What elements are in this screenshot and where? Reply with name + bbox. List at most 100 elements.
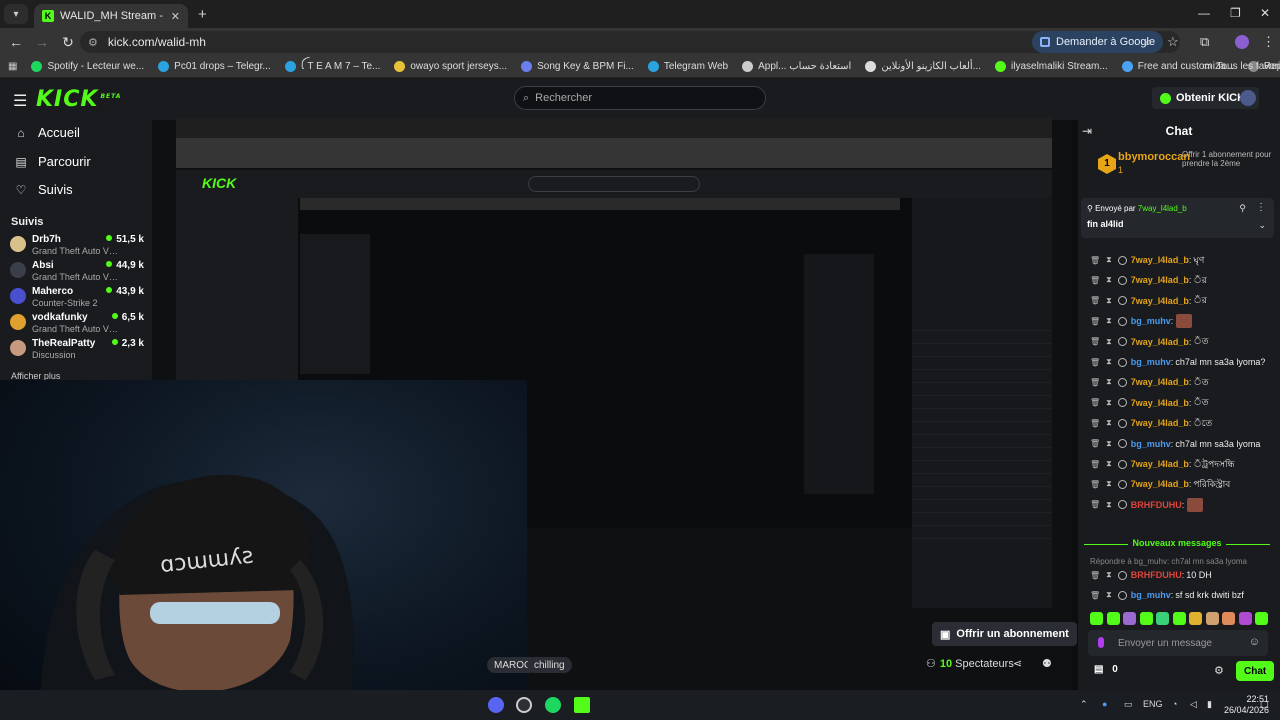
language-indicator[interactable]: ENG: [1143, 699, 1163, 709]
timeout-icon[interactable]: ⧗: [1106, 479, 1112, 489]
wifi-icon[interactable]: ◔: [1172, 699, 1177, 709]
chat-message[interactable]: 🗑 ⧗ bg_muhv: ch7al mn sa3a lyoma?: [1090, 354, 1265, 370]
microphone-icon[interactable]: [1098, 637, 1104, 648]
timeout-icon[interactable]: ⧗: [1106, 418, 1112, 428]
apps-grid-icon[interactable]: ▦: [8, 61, 17, 72]
volume-icon[interactable]: ◁: [1190, 699, 1197, 710]
send-chat-button[interactable]: Chat: [1236, 661, 1275, 681]
followed-channel-maherco[interactable]: Maherco Counter-Strike 2 43,9 k: [10, 286, 148, 312]
tab-search-dropdown-icon[interactable]: ▾: [4, 4, 28, 24]
extensions-icon[interactable]: ⧉: [1200, 34, 1209, 50]
chat-username[interactable]: bg_muhv: [1131, 439, 1171, 449]
chat-username[interactable]: 7way_l4lad_b: [1131, 418, 1189, 428]
delete-icon[interactable]: 🗑: [1090, 398, 1100, 407]
delete-icon[interactable]: 🗑: [1090, 358, 1100, 367]
search-input[interactable]: ⌕ Rechercher: [514, 86, 766, 110]
bookmark-item[interactable]: Song Key & BPM Fi...: [521, 56, 634, 77]
maximize-icon[interactable]: ❐: [1230, 6, 1241, 20]
followed-channel-vodkafunky[interactable]: vodkafunky Grand Theft Auto V l... 6,5 k: [10, 312, 148, 338]
gift-subscription-button[interactable]: ▣ Offrir un abonnement: [932, 622, 1077, 646]
delete-icon[interactable]: 🗑: [1090, 460, 1100, 469]
chat-message[interactable]: 🗑 ⧗ bg_muhv: ch7al mn sa3a lyoma: [1090, 436, 1260, 452]
share-icon[interactable]: ⋖: [1013, 657, 1022, 670]
delete-icon[interactable]: 🗑: [1090, 378, 1100, 387]
pin-icon[interactable]: ⚲: [1239, 203, 1246, 214]
site-info-icon[interactable]: ⚙: [88, 36, 98, 49]
chat-username[interactable]: 7way_l4lad_b: [1131, 459, 1189, 469]
tray-overflow-icon[interactable]: ⌃: [1080, 699, 1088, 710]
chat-message[interactable]: 🗑 ⧗ 7way_l4lad_b:ঁট্রপদসন্ধি: [1090, 456, 1235, 472]
chat-username[interactable]: 7way_l4lad_b: [1131, 479, 1189, 489]
menu-hamburger-icon[interactable]: ☰: [13, 91, 27, 111]
chat-message[interactable]: 🗑 ⧗ 7way_l4lad_b:ঁর: [1090, 272, 1207, 288]
discord-icon[interactable]: [488, 697, 504, 713]
follow-user-icon[interactable]: ⚉: [1042, 657, 1052, 670]
browser-menu-icon[interactable]: ⋮: [1262, 34, 1275, 50]
chat-message[interactable]: 🗑 ⧗ 7way_l4lad_b:ঁর: [1090, 293, 1207, 309]
chat-message[interactable]: 🗑 ⧗ 7way_l4lad_b: ঘৃণ: [1090, 252, 1204, 268]
chat-username[interactable]: 7way_l4lad_b: [1131, 296, 1189, 306]
tag-chilling[interactable]: chilling: [527, 657, 572, 673]
close-window-icon[interactable]: ✕: [1260, 6, 1270, 20]
new-messages-divider[interactable]: Nouveaux messages: [1084, 538, 1270, 552]
emote-icon[interactable]: [1090, 612, 1103, 625]
timeout-icon[interactable]: ⧗: [1106, 316, 1112, 326]
chat-username[interactable]: bg_muhv: [1131, 316, 1171, 326]
timeout-icon[interactable]: ⧗: [1106, 459, 1112, 469]
timeout-icon[interactable]: ⧗: [1106, 337, 1112, 347]
browser-tab-active[interactable]: K WALID_MH Stream - Watch Live ✕: [34, 4, 188, 28]
all-bookmarks[interactable]: ▭ Tous les favoris: [1202, 61, 1280, 72]
chat-message[interactable]: 🗑 ⧗ 7way_l4lad_b: পরিকিস্ট্রাব: [1090, 476, 1230, 492]
timeout-icon[interactable]: ⧗: [1106, 296, 1112, 306]
emote-icon[interactable]: [1123, 612, 1136, 625]
gifter-username[interactable]: bbymoroccan: [1118, 151, 1190, 163]
timeout-icon[interactable]: ⧗: [1106, 377, 1112, 387]
bookmark-item[interactable]: Pc01 drops – Telegr...: [158, 56, 271, 77]
bookmark-item[interactable]: Spotify - Lecteur we...: [31, 56, 144, 77]
bookmark-item[interactable]: ilyaselmaliki Stream...: [995, 56, 1108, 77]
back-icon[interactable]: ←: [4, 34, 28, 50]
emote-icon[interactable]: [1189, 612, 1202, 625]
zoom-icon[interactable]: ⌕: [1145, 34, 1152, 50]
bookmark-star-icon[interactable]: ☆: [1167, 34, 1179, 50]
followed-channel-absi[interactable]: Absi Grand Theft Auto V ... 44,9 k: [10, 260, 148, 286]
delete-icon[interactable]: 🗑: [1090, 419, 1100, 428]
chat-message-input[interactable]: Envoyer un message ☺: [1088, 630, 1268, 656]
delete-icon[interactable]: 🗑: [1090, 500, 1100, 509]
timeout-icon[interactable]: ⧗: [1106, 357, 1112, 367]
delete-icon[interactable]: 🗑: [1090, 276, 1100, 285]
emote-icon[interactable]: [1238, 612, 1252, 625]
emoji-picker-icon[interactable]: ☺: [1249, 636, 1260, 648]
bookmark-item[interactable]: Telegram Web: [647, 56, 728, 77]
delete-icon[interactable]: 🗑: [1090, 591, 1100, 600]
timeout-icon[interactable]: ⧗: [1106, 500, 1112, 510]
url-field[interactable]: ⚙ kick.com/walid-mh: [80, 31, 1180, 53]
emote-icon[interactable]: [1205, 612, 1219, 625]
chat-username[interactable]: bg_muhv: [1131, 590, 1171, 600]
minimize-icon[interactable]: —: [1198, 6, 1210, 20]
emote-icon[interactable]: [1139, 612, 1153, 625]
reload-icon[interactable]: ↻: [56, 34, 80, 51]
timeout-icon[interactable]: ⧗: [1106, 590, 1112, 600]
keyboard-tray-icon[interactable]: ▭: [1124, 699, 1133, 710]
delete-icon[interactable]: 🗑: [1090, 317, 1100, 326]
timeout-icon[interactable]: ⧗: [1106, 275, 1112, 285]
chat-username[interactable]: 7way_l4lad_b: [1131, 275, 1189, 285]
obs-icon[interactable]: [516, 697, 532, 713]
chat-message[interactable]: 🗑 ⧗ 7way_l4lad_b:ঁত: [1090, 374, 1209, 390]
kicks-balance[interactable]: ▤ 0: [1094, 664, 1118, 675]
delete-icon[interactable]: 🗑: [1090, 337, 1100, 346]
user-avatar[interactable]: [1240, 90, 1256, 106]
chat-username[interactable]: bg_muhv: [1131, 357, 1171, 367]
ask-google-button[interactable]: Demander à Google: [1032, 31, 1164, 53]
delete-icon[interactable]: 🗑: [1090, 571, 1100, 580]
notifications-icon[interactable]: ▢: [1260, 699, 1269, 710]
pinned-options-icon[interactable]: ⋮: [1256, 202, 1266, 213]
followed-channel-therealpatty[interactable]: TheRealPatty Discussion 2,3 k: [10, 338, 148, 364]
close-tab-icon[interactable]: ✕: [171, 10, 180, 23]
delete-icon[interactable]: 🗑: [1090, 480, 1100, 489]
delete-icon[interactable]: 🗑: [1090, 296, 1100, 305]
chat-message[interactable]: 🗑 ⧗ BRHFDUHU:10 DH: [1090, 567, 1212, 583]
chat-message[interactable]: 🗑 ⧗ BRHFDUHU:: [1090, 497, 1204, 513]
timeout-icon[interactable]: ⧗: [1106, 439, 1112, 449]
